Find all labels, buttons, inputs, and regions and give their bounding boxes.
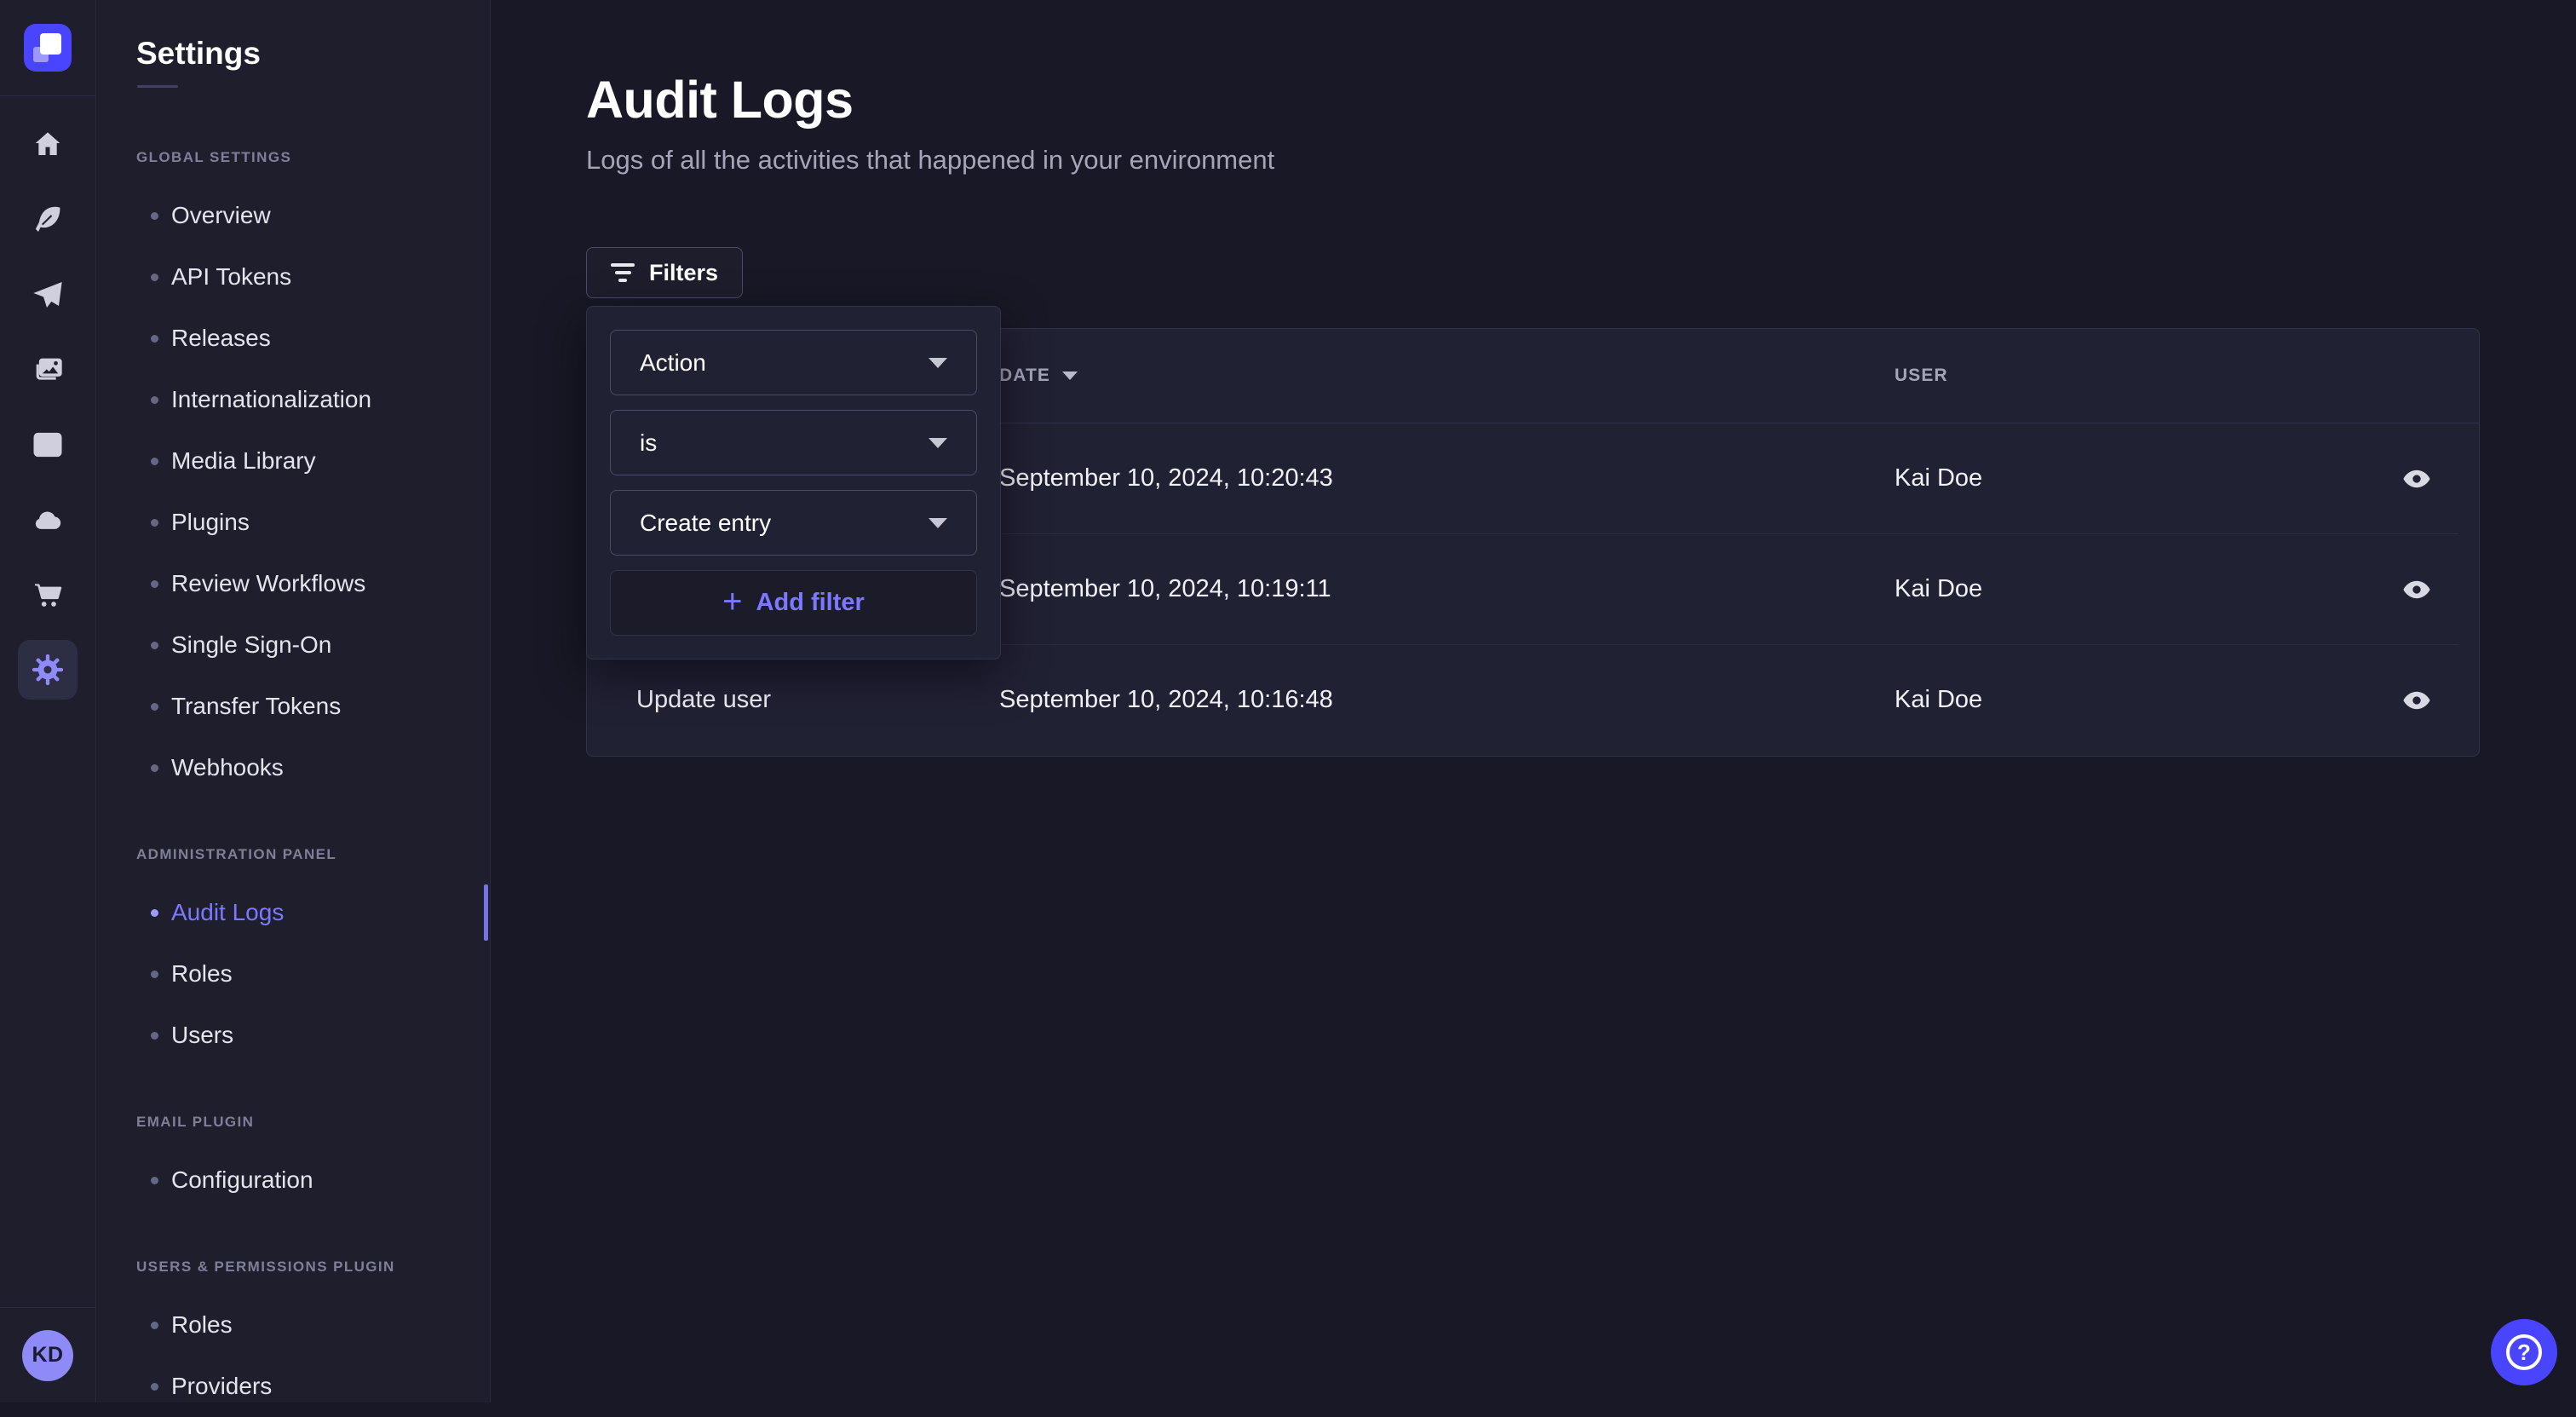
cell-date: September 10, 2024, 10:19:11 xyxy=(999,575,1895,603)
bullet-icon xyxy=(151,396,158,404)
eye-icon xyxy=(2401,574,2432,605)
nav-rail: KD xyxy=(0,0,96,1403)
logo-area xyxy=(0,0,95,96)
chevron-down-icon xyxy=(929,438,947,448)
sidebar-item-webhooks[interactable]: Webhooks xyxy=(97,737,490,798)
bullet-icon xyxy=(151,212,158,220)
active-indicator xyxy=(484,884,488,941)
sidebar-item-users[interactable]: Users xyxy=(97,1005,490,1066)
section-users-permissions-plugin: USERS & PERMISSIONS PLUGIN xyxy=(136,1259,490,1276)
filter-operator-select[interactable]: is xyxy=(610,410,977,475)
paper-plane-icon[interactable] xyxy=(18,265,78,325)
sidebar-item-media-library[interactable]: Media Library xyxy=(97,430,490,492)
sidebar-item-api-tokens[interactable]: API Tokens xyxy=(97,246,490,308)
eye-icon xyxy=(2401,685,2432,716)
section-global-settings: GLOBAL SETTINGS xyxy=(136,149,490,166)
bullet-icon xyxy=(151,1383,158,1391)
cell-date: September 10, 2024, 10:20:43 xyxy=(999,464,1895,492)
chevron-down-icon xyxy=(929,518,947,528)
view-details-button[interactable] xyxy=(2401,685,2432,716)
sort-desc-icon xyxy=(1062,372,1078,380)
sidebar-title-rule xyxy=(137,85,178,88)
administration-panel-list: Audit Logs Roles Users xyxy=(97,882,490,1066)
bullet-icon xyxy=(151,1032,158,1040)
bullet-icon xyxy=(151,1322,158,1329)
bullet-icon xyxy=(151,519,158,527)
add-filter-label: Add filter xyxy=(756,589,865,617)
sidebar-title: Settings xyxy=(136,36,490,72)
feather-icon[interactable] xyxy=(18,190,78,250)
chevron-down-icon xyxy=(929,358,947,368)
bullet-icon xyxy=(151,764,158,772)
global-settings-list: Overview API Tokens Releases Internation… xyxy=(97,185,490,798)
bullet-icon xyxy=(151,580,158,588)
cart-icon[interactable] xyxy=(18,565,78,625)
sidebar-item-providers[interactable]: Providers xyxy=(97,1356,490,1417)
cell-user: Kai Doe xyxy=(1895,686,2330,714)
layout-icon[interactable] xyxy=(18,415,78,475)
filters-button-label: Filters xyxy=(649,260,718,286)
sidebar-item-up-roles[interactable]: Roles xyxy=(97,1294,490,1356)
sidebar-item-roles[interactable]: Roles xyxy=(97,943,490,1005)
gear-icon[interactable] xyxy=(18,640,78,700)
rail-icons xyxy=(0,115,95,715)
sidebar-item-overview[interactable]: Overview xyxy=(97,185,490,246)
section-administration-panel: ADMINISTRATION PANEL xyxy=(136,846,490,863)
cloud-icon[interactable] xyxy=(18,490,78,550)
sidebar-item-configuration[interactable]: Configuration xyxy=(97,1149,490,1211)
filter-lines-icon xyxy=(611,263,635,282)
cell-user: Kai Doe xyxy=(1895,575,2330,603)
filter-field-select[interactable]: Action xyxy=(610,330,977,395)
cell-action: Update user xyxy=(636,686,999,714)
column-date[interactable]: DATE xyxy=(999,366,1895,386)
page-subtitle: Logs of all the activities that happened… xyxy=(586,145,2576,176)
users-permissions-list: Roles Providers xyxy=(97,1294,490,1417)
rail-bottom: KD xyxy=(0,1307,95,1403)
bullet-icon xyxy=(151,703,158,711)
bullet-icon xyxy=(151,335,158,343)
images-icon[interactable] xyxy=(18,340,78,400)
table-row[interactable]: Update user September 10, 2024, 10:16:48… xyxy=(587,645,2479,755)
bullet-icon xyxy=(151,642,158,649)
section-email-plugin: EMAIL PLUGIN xyxy=(136,1114,490,1131)
bullet-icon xyxy=(151,909,158,917)
view-details-button[interactable] xyxy=(2401,574,2432,605)
settings-sidebar: Settings GLOBAL SETTINGS Overview API To… xyxy=(97,0,491,1403)
help-button[interactable]: ? xyxy=(2491,1319,2557,1385)
bullet-icon xyxy=(151,458,158,465)
sidebar-item-single-sign-on[interactable]: Single Sign-On xyxy=(97,614,490,676)
view-details-button[interactable] xyxy=(2401,464,2432,494)
cell-date: September 10, 2024, 10:16:48 xyxy=(999,686,1895,714)
home-icon[interactable] xyxy=(18,115,78,175)
sidebar-item-review-workflows[interactable]: Review Workflows xyxy=(97,553,490,614)
bullet-icon xyxy=(151,1177,158,1184)
email-plugin-list: Configuration xyxy=(97,1149,490,1211)
sidebar-item-audit-logs[interactable]: Audit Logs xyxy=(97,882,490,943)
sidebar-item-internationalization[interactable]: Internationalization xyxy=(97,369,490,430)
sidebar-item-transfer-tokens[interactable]: Transfer Tokens xyxy=(97,676,490,737)
eye-icon xyxy=(2401,464,2432,494)
sidebar-item-plugins[interactable]: Plugins xyxy=(97,492,490,553)
avatar[interactable]: KD xyxy=(22,1330,73,1381)
filters-button[interactable]: Filters xyxy=(586,247,743,298)
page-title: Audit Logs xyxy=(586,70,2576,130)
cell-user: Kai Doe xyxy=(1895,464,2330,492)
main-content: Audit Logs Logs of all the activities th… xyxy=(492,0,2576,1403)
add-filter-button[interactable]: + Add filter xyxy=(610,570,977,636)
strapi-logo[interactable] xyxy=(24,24,72,72)
strapi-logo-glyph xyxy=(40,33,61,55)
column-user: USER xyxy=(1895,366,2330,386)
filter-popover: Action is Create entry + Add filter xyxy=(586,306,1001,660)
sidebar-item-releases[interactable]: Releases xyxy=(97,308,490,369)
bullet-icon xyxy=(151,971,158,978)
bullet-icon xyxy=(151,274,158,281)
question-mark-icon: ? xyxy=(2506,1334,2542,1370)
filter-value-select[interactable]: Create entry xyxy=(610,490,977,556)
page-header: Audit Logs Logs of all the activities th… xyxy=(586,70,2576,176)
